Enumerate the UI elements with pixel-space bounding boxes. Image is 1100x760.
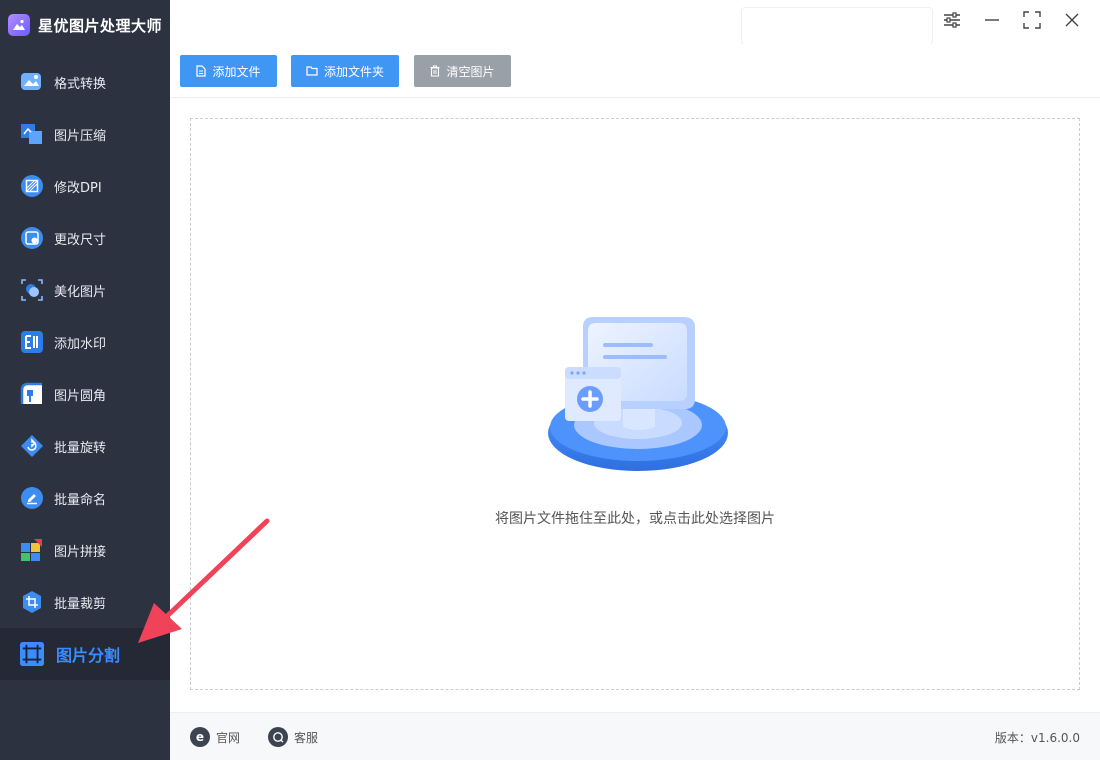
close-icon [1064,12,1080,32]
maximize-icon [1023,11,1041,33]
clear-images-button[interactable]: 清空图片 [414,55,511,87]
sidebar-item-stitch[interactable]: 图片拼接 [0,524,170,576]
sidebar-item-label: 图片拼接 [54,544,107,560]
sidebar-item-watermark[interactable]: 添加水印 [0,316,170,368]
sidebar-item-rename[interactable]: 批量命名 [0,472,170,524]
sidebar-item-label: 美化图片 [54,284,107,300]
app-title: 星优图片处理大师 [38,16,163,35]
sidebar-item-label: 批量命名 [54,492,107,508]
file-icon [196,65,207,77]
add-folder-label: 添加文件夹 [323,64,384,79]
sidebar-item-label: 添加水印 [54,336,107,352]
sliders-icon [943,12,961,32]
format-convert-icon [20,70,44,94]
monitor-add-icon [543,307,733,477]
settings-button[interactable] [940,10,964,34]
support-link[interactable]: 客服 [268,727,318,747]
footer: e 官网 客服 版本：v1.6.0.0 [170,712,1100,760]
drop-hint-text: 将图片文件拖住至此处，或点击此处选择图片 [495,511,775,527]
sidebar-item-split[interactable]: 图片分割 [0,628,170,680]
sidebar-item-format-convert[interactable]: 格式转换 [0,56,170,108]
sidebar-item-beautify[interactable]: 美化图片 [0,264,170,316]
add-folder-button[interactable]: 添加文件夹 [291,55,399,87]
rename-icon [20,486,44,510]
minimize-icon [984,12,1000,32]
toolbar: 添加文件 添加文件夹 清空图片 [170,44,1100,98]
stitch-icon [20,538,44,562]
version-text: 版本：v1.6.0.0 [994,731,1080,745]
maximize-button[interactable] [1020,10,1044,34]
sidebar-item-label: 图片圆角 [54,388,107,404]
round-corner-icon [20,382,44,406]
sidebar-menu: 格式转换 图片压缩 修改DPI 更改尺寸 美化图片 添加水印 图片圆角 批量旋转… [0,56,170,680]
clear-images-label: 清空图片 [446,64,495,79]
sidebar: 星优图片处理大师 格式转换 图片压缩 修改DPI 更改尺寸 美化图片 添加水印 … [0,0,170,760]
sidebar-item-label: 图片分割 [56,646,121,665]
sidebar-item-resize[interactable]: 更改尺寸 [0,212,170,264]
file-drop-zone[interactable]: 将图片文件拖住至此处，或点击此处选择图片 [190,118,1080,690]
sidebar-item-crop[interactable]: 批量裁剪 [0,576,170,628]
sidebar-item-label: 批量裁剪 [54,596,107,612]
website-label: 官网 [216,730,241,745]
sidebar-item-label: 格式转换 [54,76,107,92]
rotate-icon [20,434,44,458]
sidebar-item-rotate[interactable]: 批量旋转 [0,420,170,472]
sidebar-item-compress[interactable]: 图片压缩 [0,108,170,160]
minimize-button[interactable] [980,10,1004,34]
compress-icon [20,122,44,146]
add-file-label: 添加文件 [212,64,261,79]
sidebar-item-round-corner[interactable]: 图片圆角 [0,368,170,420]
chat-icon [268,727,288,747]
brand: 星优图片处理大师 [0,0,170,50]
sidebar-item-label: 批量旋转 [54,440,107,456]
trash-icon [430,65,440,77]
website-link[interactable]: e 官网 [190,727,240,747]
dpi-icon [20,174,44,198]
sidebar-item-dpi[interactable]: 修改DPI [0,160,170,212]
add-file-button[interactable]: 添加文件 [180,55,277,87]
watermark-icon [20,330,44,354]
crop-icon [20,590,44,614]
title-bar [170,0,1100,44]
support-label: 客服 [294,730,319,745]
main-content: 将图片文件拖住至此处，或点击此处选择图片 [170,98,1100,712]
sidebar-item-label: 图片压缩 [54,128,107,144]
split-icon [20,642,44,666]
sidebar-item-label: 更改尺寸 [54,232,107,248]
resize-icon [20,226,44,250]
website-icon: e [190,727,210,747]
sidebar-item-label: 修改DPI [54,180,102,196]
image-logo-icon [8,14,30,36]
beautify-icon [20,278,44,302]
title-bar-blank-area [742,8,932,44]
folder-icon [306,66,318,76]
close-button[interactable] [1060,10,1084,34]
